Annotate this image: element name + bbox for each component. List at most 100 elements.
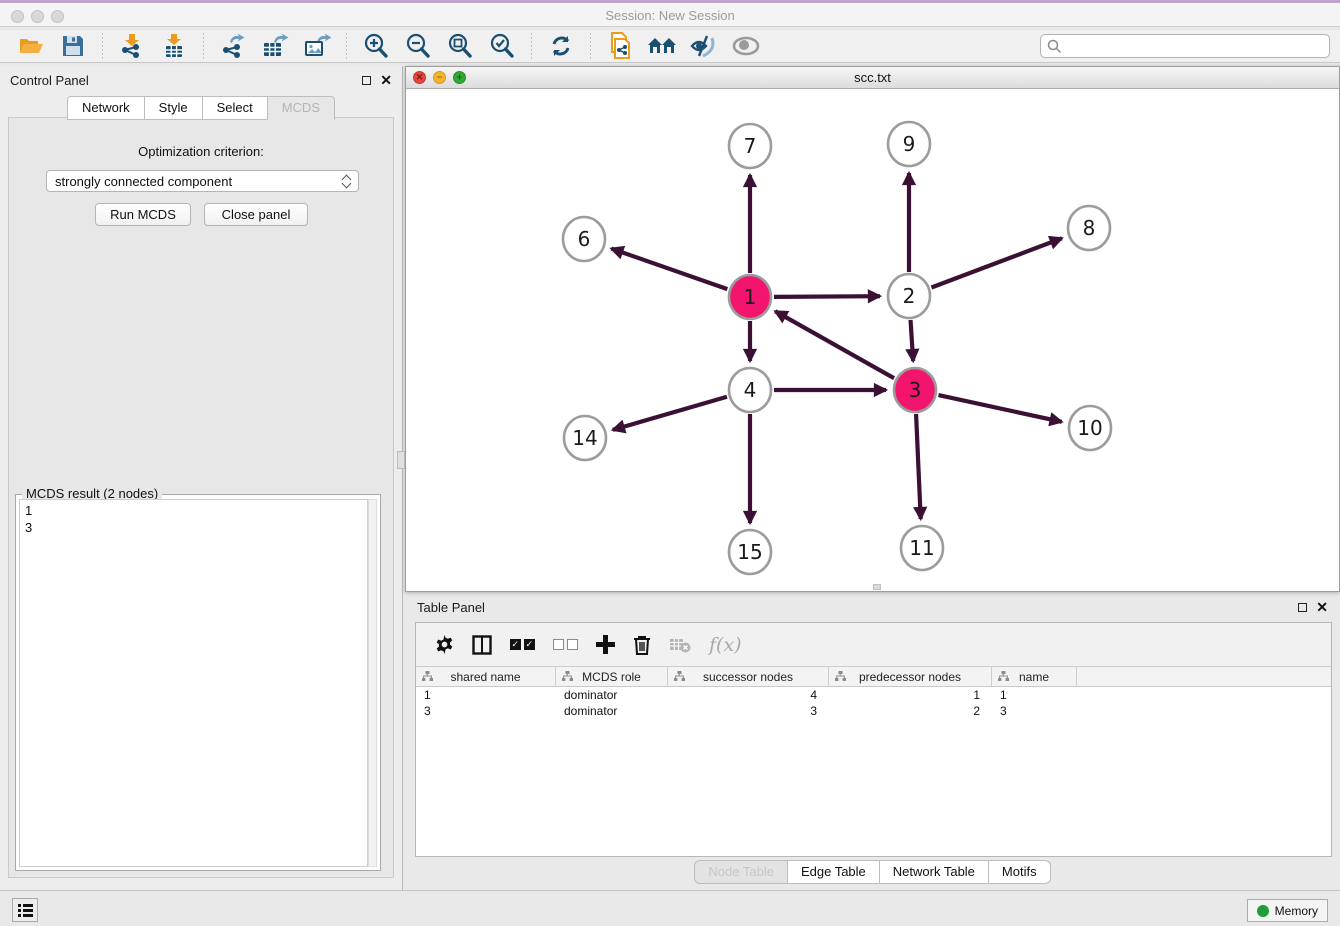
network-window-titlebar[interactable]: ✕ − + scc.txt <box>406 67 1339 89</box>
graph-node-1[interactable]: 1 <box>729 275 771 319</box>
function-builder-icon[interactable]: f(x) <box>709 634 742 656</box>
network-window-title: scc.txt <box>406 70 1339 85</box>
export-table-icon[interactable] <box>260 32 290 60</box>
column-header-name[interactable]: name <box>992 667 1077 686</box>
graph-node-9[interactable]: 9 <box>888 122 930 166</box>
edge-2-3[interactable] <box>911 320 914 361</box>
column-view-icon[interactable] <box>472 635 492 655</box>
column-label: name <box>1019 670 1049 684</box>
edge-3-1[interactable] <box>775 311 894 378</box>
edge-2-8[interactable] <box>931 238 1061 287</box>
export-network-icon[interactable] <box>218 32 248 60</box>
toolbar-separator <box>531 33 532 59</box>
graph-node-3[interactable]: 3 <box>894 368 936 412</box>
search-icon <box>1047 39 1062 54</box>
tab-node-table[interactable]: Node Table <box>694 860 788 884</box>
column-header-MCDS-role[interactable]: MCDS role <box>556 667 668 686</box>
toolbar-separator <box>102 33 103 59</box>
panel-splitter-handle[interactable] <box>397 451 405 469</box>
run-mcds-button[interactable]: Run MCDS <box>95 203 191 226</box>
tab-motifs[interactable]: Motifs <box>989 860 1051 884</box>
column-header-shared-name[interactable]: shared name <box>416 667 556 686</box>
network-canvas[interactable]: 7 9 6 8 1 2 4 3 14 10 15 11 <box>406 89 1339 591</box>
memory-button[interactable]: Memory <box>1247 899 1328 922</box>
export-image-icon[interactable] <box>302 32 332 60</box>
tab-network[interactable]: Network <box>67 96 145 120</box>
toolbar-separator <box>346 33 347 59</box>
search-input[interactable] <box>1066 39 1323 54</box>
zoom-selected-icon[interactable] <box>487 32 517 60</box>
mcds-tab-content: Optimization criterion: strongly connect… <box>8 117 394 878</box>
optimization-criterion-label: Optimization criterion: <box>9 144 393 159</box>
table-cell: dominator <box>556 688 668 702</box>
zoom-out-icon[interactable] <box>403 32 433 60</box>
delete-row-icon[interactable] <box>633 635 651 655</box>
optimization-criterion-select[interactable]: strongly connected component <box>46 170 359 192</box>
network-splitter-handle[interactable] <box>873 584 881 590</box>
float-window-icon[interactable] <box>362 76 371 85</box>
mcds-result-scrollbar[interactable] <box>368 499 377 867</box>
duplicate-network-icon[interactable] <box>605 32 635 60</box>
search-input-container[interactable] <box>1040 34 1330 58</box>
tab-select[interactable]: Select <box>203 96 268 120</box>
graph-node-6[interactable]: 6 <box>563 217 605 261</box>
select-all-icon[interactable] <box>510 639 535 650</box>
control-panel-tabs: NetworkStyleSelectMCDS <box>0 96 402 120</box>
close-panel-button[interactable]: Close panel <box>204 203 308 226</box>
table-row[interactable]: 1dominator411 <box>416 687 1331 703</box>
tab-network-table[interactable]: Network Table <box>880 860 989 884</box>
float-window-icon[interactable] <box>1298 603 1307 612</box>
import-table-icon[interactable] <box>159 32 189 60</box>
save-session-icon[interactable] <box>58 32 88 60</box>
graph-node-2[interactable]: 2 <box>888 274 930 318</box>
graph-node-8[interactable]: 8 <box>1068 206 1110 250</box>
edge-1-2[interactable] <box>774 296 880 297</box>
settings-gear-icon[interactable] <box>435 635 454 654</box>
svg-text:11: 11 <box>909 536 934 560</box>
task-history-button[interactable] <box>12 898 38 922</box>
table-panel-tabs: Node TableEdge TableNetwork TableMotifs <box>405 860 1340 884</box>
svg-text:15: 15 <box>737 540 762 564</box>
import-network-icon[interactable] <box>117 32 147 60</box>
network-graph[interactable]: 7 9 6 8 1 2 4 3 14 10 15 11 <box>406 89 1339 591</box>
column-header-successor-nodes[interactable]: successor nodes <box>668 667 829 686</box>
edge-4-14[interactable] <box>613 397 727 430</box>
toolbar-separator <box>590 33 591 59</box>
close-icon[interactable]: ✕ <box>1316 600 1328 614</box>
mcds-result-text[interactable]: 13 <box>19 499 368 867</box>
column-header-predecessor-nodes[interactable]: predecessor nodes <box>829 667 992 686</box>
window-title: Session: New Session <box>0 8 1340 23</box>
graph-node-14[interactable]: 14 <box>564 416 606 460</box>
first-neighbors-icon[interactable] <box>647 32 677 60</box>
zoom-in-icon[interactable] <box>361 32 391 60</box>
refresh-icon[interactable] <box>546 32 576 60</box>
add-row-icon[interactable] <box>596 635 615 654</box>
deselect-all-icon[interactable] <box>553 639 578 650</box>
svg-text:10: 10 <box>1077 416 1102 440</box>
delete-table-icon[interactable] <box>669 637 691 653</box>
zoom-fit-icon[interactable] <box>445 32 475 60</box>
column-label: predecessor nodes <box>859 670 961 684</box>
svg-text:14: 14 <box>572 426 597 450</box>
tab-mcds[interactable]: MCDS <box>268 96 335 120</box>
tab-edge-table[interactable]: Edge Table <box>788 860 880 884</box>
table-row[interactable]: 3dominator323 <box>416 703 1331 719</box>
graph-node-15[interactable]: 15 <box>729 530 771 574</box>
graph-node-11[interactable]: 11 <box>901 526 943 570</box>
edge-1-6[interactable] <box>611 249 727 290</box>
svg-text:8: 8 <box>1083 216 1096 240</box>
table-toolbar: f(x) <box>416 623 1331 667</box>
table-cell: 3 <box>668 704 829 718</box>
graph-node-4[interactable]: 4 <box>729 368 771 412</box>
tab-style[interactable]: Style <box>145 96 203 120</box>
edge-3-11[interactable] <box>916 414 921 519</box>
show-graphics-details-icon[interactable] <box>731 32 761 60</box>
open-file-icon[interactable] <box>16 32 46 60</box>
graph-node-7[interactable]: 7 <box>729 124 771 168</box>
edge-3-10[interactable] <box>938 395 1061 422</box>
close-icon[interactable]: ✕ <box>380 73 392 87</box>
hide-graphics-icon[interactable] <box>689 32 719 60</box>
toolbar-separator <box>203 33 204 59</box>
graph-node-10[interactable]: 10 <box>1069 406 1111 450</box>
node-table-container: f(x) shared nameMCDS rolesuccessor nodes… <box>415 622 1332 857</box>
